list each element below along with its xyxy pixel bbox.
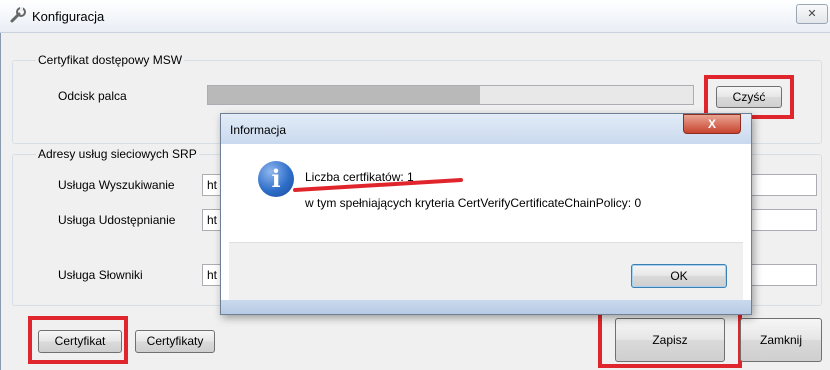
service-label-share: Usługa Udostępnianie	[58, 213, 176, 227]
info-dialog: Informacja X i Liczba certfikatów: 1 w t…	[220, 113, 752, 315]
service-url-dictionaries-text: ht	[207, 268, 218, 282]
wrench-icon	[10, 7, 26, 23]
ok-button[interactable]: OK	[631, 264, 727, 288]
dialog-title-bar[interactable]	[221, 114, 751, 144]
info-icon: i	[258, 161, 294, 197]
window-title: Konfiguracja	[32, 9, 105, 24]
red-underline-mark	[293, 178, 463, 192]
window-title-bar[interactable]	[0, 0, 830, 33]
service-label-dictionaries: Usługa Słowniki	[58, 268, 143, 282]
service-url-share-text: ht	[207, 213, 218, 227]
window-close-button[interactable]: ✕	[796, 4, 828, 24]
close-button[interactable]: Zamknij	[740, 318, 822, 362]
cert-group-label: Certyfikat dostępowy MSW	[36, 53, 185, 67]
certificate-button-highlight	[28, 316, 128, 364]
save-button-highlight	[598, 306, 742, 368]
dialog-title: Informacja	[230, 123, 287, 137]
fingerprint-field	[207, 85, 694, 105]
dialog-frame-bottom	[221, 300, 751, 314]
certificates-button[interactable]: Certyfikaty	[135, 330, 215, 353]
services-group-label: Adresy usług sieciowych SRP	[36, 147, 199, 161]
fingerprint-label: Odcisk palca	[58, 89, 127, 103]
service-label-search: Usługa Wyszukiwanie	[58, 178, 175, 192]
dialog-close-button[interactable]: X	[683, 114, 741, 134]
service-url-search-text: ht	[207, 178, 218, 192]
fingerprint-fill	[208, 86, 480, 104]
dialog-message-line2: w tym spełniających kryteria CertVerifyC…	[305, 196, 642, 210]
